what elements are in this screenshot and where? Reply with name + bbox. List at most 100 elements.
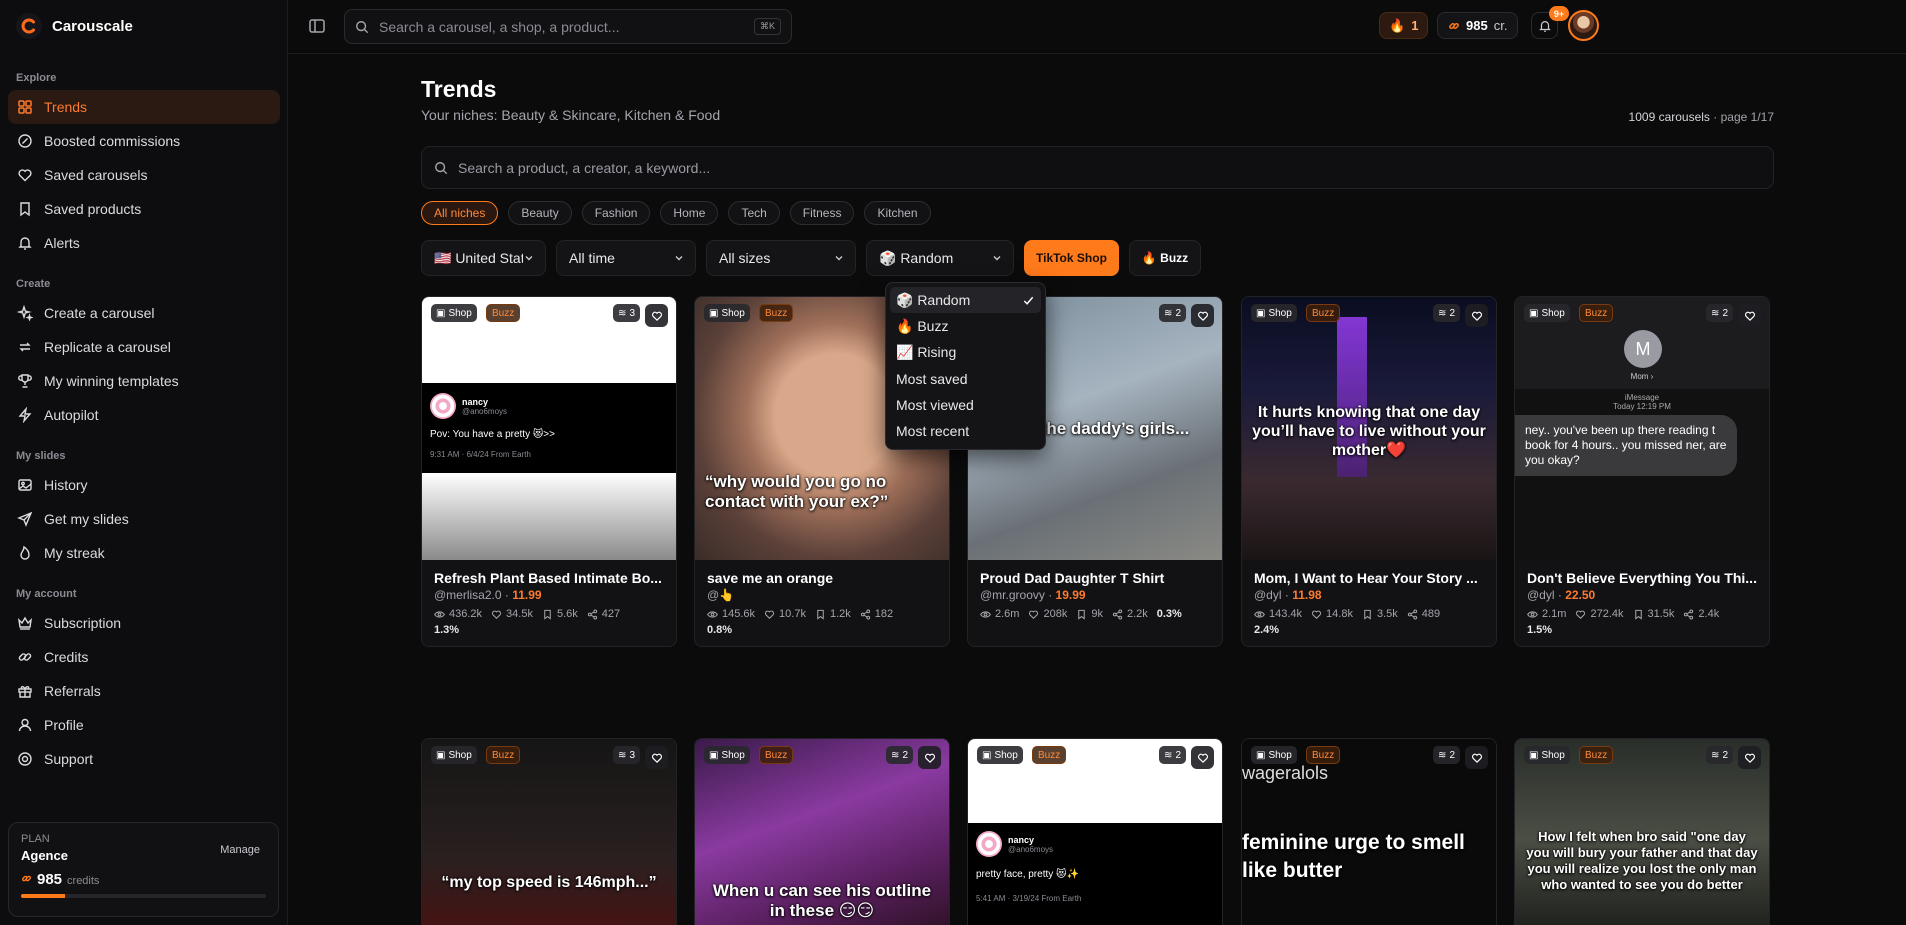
country-select[interactable]: 🇺🇸 United States [421, 240, 546, 276]
sidebar-item-create-carousel[interactable]: Create a carousel [8, 296, 280, 330]
sort-option-buzz[interactable]: 🔥 Buzz [890, 313, 1041, 339]
favorite-button[interactable] [645, 304, 668, 327]
sizes-select[interactable]: All sizes [706, 240, 856, 276]
creator-handle[interactable]: @dyl [1527, 588, 1555, 602]
chip-home[interactable]: Home [660, 201, 719, 225]
carousel-card[interactable]: nancy @ano6moys pretty face, pretty 😻✨ 5… [967, 738, 1223, 925]
manage-plan-link[interactable]: Manage [220, 844, 260, 856]
sort-option-most-recent[interactable]: Most recent [890, 418, 1041, 444]
creator-handle[interactable]: @dyl [1254, 588, 1282, 602]
carousel-card[interactable]: “my top speed is 146mph...” ▣ Shop Buzz ≋… [421, 738, 677, 925]
share-icon [1112, 609, 1123, 619]
buzz-filter-button[interactable]: 🔥 Buzz [1128, 240, 1202, 276]
favorite-button[interactable] [645, 746, 668, 769]
creator-handle[interactable]: @merlisa2.0 [434, 588, 502, 602]
product-price: 11.98 [1292, 588, 1322, 602]
sidebar-item-alerts[interactable]: Alerts [8, 226, 280, 260]
sidebar-item-history[interactable]: History [8, 468, 280, 502]
sort-select[interactable]: 🎲 Random [866, 240, 1014, 276]
shares-stat: 2.2k [1112, 608, 1148, 620]
tweet-header: nancy @ano6moys [968, 831, 1222, 857]
sidebar-item-autopilot[interactable]: Autopilot [8, 398, 280, 432]
buzz-badge: Buzz [1306, 304, 1341, 322]
sidebar: Carouscale Explore Trends Boosted commis… [0, 0, 288, 925]
sidebar-item-boosted-commissions[interactable]: Boosted commissions [8, 124, 280, 158]
sidebar-item-saved-products[interactable]: Saved products [8, 192, 280, 226]
sidebar-item-my-streak[interactable]: My streak [8, 536, 280, 570]
heart-icon [1029, 610, 1039, 619]
credits-badge[interactable]: 985 cr. [1437, 12, 1519, 39]
sidebar-item-winning-templates[interactable]: My winning templates [8, 364, 280, 398]
sidebar-item-credits[interactable]: Credits [8, 640, 280, 674]
tiktok-shop-filter-button[interactable]: TikTok Shop [1024, 240, 1119, 276]
chip-fashion[interactable]: Fashion [581, 201, 651, 225]
sort-option-rising[interactable]: 📈 Rising [890, 340, 1041, 366]
favorite-button[interactable] [1465, 746, 1488, 769]
global-search-input[interactable] [379, 18, 744, 35]
time-select[interactable]: All time [556, 240, 696, 276]
carousel-card[interactable]: wageralols feminine urge to smell like b… [1241, 738, 1497, 925]
slide-count-badge: ≋ 2 [1706, 304, 1733, 322]
sidebar-nav: Explore Trends Boosted commissions Saved… [8, 62, 280, 776]
sidebar-item-referrals[interactable]: Referrals [8, 674, 280, 708]
chip-all-niches[interactable]: All niches [421, 201, 499, 225]
shares-count: 182 [874, 608, 894, 620]
buzz-badge: Buzz [759, 746, 794, 764]
carousel-card[interactable]: It hurts knowing that one day you’ll hav… [1241, 296, 1497, 647]
sort-option-most-viewed[interactable]: Most viewed [890, 392, 1041, 418]
shop-icon: ▣ [1529, 749, 1539, 761]
creator-handle[interactable]: @👆 [707, 588, 734, 602]
sort-select-value: 🎲 Random [879, 249, 954, 266]
tweet-header: nancy @ano6moys [422, 393, 676, 419]
sort-option-random[interactable]: 🎲 Random [890, 287, 1041, 313]
chip-kitchen[interactable]: Kitchen [864, 201, 931, 225]
sort-option-most-saved[interactable]: Most saved [890, 366, 1041, 392]
carousel-card[interactable]: M Mom › iMessage Today 12:19 PM ney.. yo… [1514, 296, 1770, 647]
views-count: 145.6k [722, 608, 756, 620]
streak-badge[interactable]: 🔥 1 [1379, 12, 1429, 39]
sidebar-item-replicate-carousel[interactable]: Replicate a carousel [8, 330, 280, 364]
shop-icon: ▣ [982, 749, 992, 761]
views-stat: 2.1m [1527, 608, 1566, 620]
user-icon [18, 718, 32, 732]
sidebar-item-saved-carousels[interactable]: Saved carousels [8, 158, 280, 192]
sidebar-item-get-my-slides[interactable]: Get my slides [8, 502, 280, 536]
chip-tech[interactable]: Tech [728, 201, 780, 225]
tweet-handle: @ano6moys [462, 406, 508, 416]
carousel-card[interactable]: How I felt when bro said "one day you wi… [1514, 738, 1770, 925]
global-search[interactable]: ⌘K [344, 9, 792, 44]
creator-handle[interactable]: @mr.groovy [980, 588, 1045, 602]
saves-stat: 9k [1076, 608, 1103, 620]
carousel-card[interactable]: When u can see his outline in these 😏😏 ▣… [694, 738, 950, 925]
favorite-button[interactable] [1465, 304, 1488, 327]
search-icon [356, 20, 369, 33]
sidebar-item-subscription[interactable]: Subscription [8, 606, 280, 640]
chip-fitness[interactable]: Fitness [789, 201, 855, 225]
sidebar-item-label: Trends [44, 99, 88, 115]
sidebar-item-support[interactable]: Support [8, 742, 280, 776]
trends-search[interactable] [421, 146, 1774, 189]
slide-count: 2 [1175, 307, 1181, 319]
page-subtitle: Your niches: Beauty & Skincare, Kitchen … [421, 107, 721, 123]
sidebar-item-trends[interactable]: Trends [8, 90, 280, 124]
shop-icon: ▣ [436, 307, 446, 319]
message-bubble: ney.. you've been up there reading t boo… [1515, 415, 1737, 476]
bookmark-icon [1364, 609, 1371, 620]
favorite-button[interactable] [1738, 304, 1761, 327]
chevron-down-icon [835, 256, 843, 261]
favorite-button[interactable] [1191, 304, 1214, 327]
saves-count: 31.5k [1647, 608, 1675, 620]
chip-beauty[interactable]: Beauty [508, 201, 572, 225]
sidebar-item-profile[interactable]: Profile [8, 708, 280, 742]
carousel-card[interactable]: nancy @ano6moys Pov: You have a pretty 😻… [421, 296, 677, 647]
favorite-button[interactable] [1191, 746, 1214, 769]
user-avatar[interactable] [1568, 10, 1599, 41]
card-title: Refresh Plant Based Intimate Bo... [434, 570, 662, 586]
sidebar-toggle-icon[interactable] [308, 17, 326, 35]
trends-search-input[interactable] [458, 159, 1761, 176]
link-icon [1449, 22, 1459, 29]
favorite-button[interactable] [1738, 746, 1761, 769]
engagement-rate: 0.8% [707, 624, 733, 636]
favorite-button[interactable] [918, 746, 941, 769]
brand[interactable]: Carouscale [16, 13, 133, 39]
